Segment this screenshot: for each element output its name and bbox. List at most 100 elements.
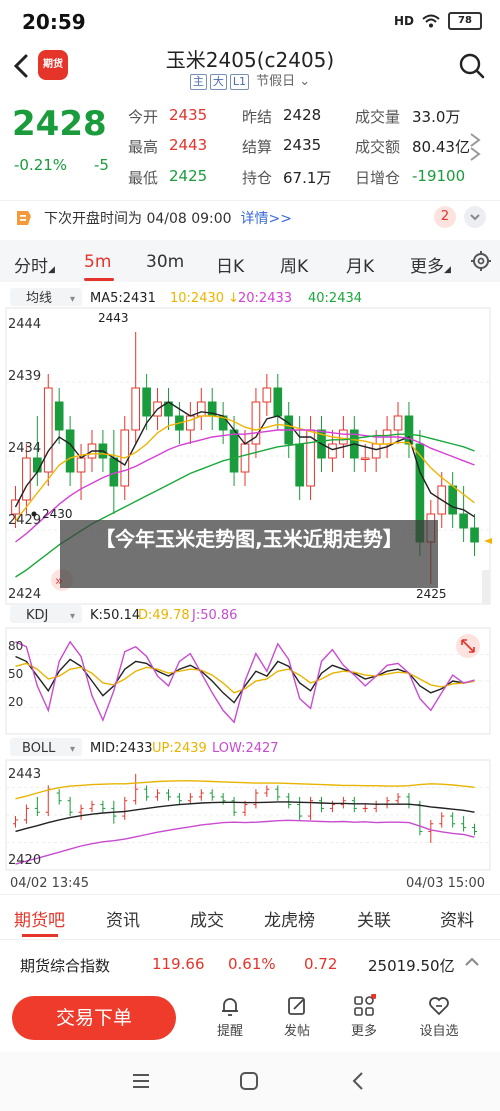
kdj-name: KDJ	[26, 608, 48, 623]
edit-icon	[288, 997, 305, 1015]
candle-body	[328, 443, 337, 459]
legend-ma40: 40:2434	[308, 291, 362, 306]
session-label: 节假日	[256, 74, 296, 89]
low-label: 最低	[128, 169, 159, 187]
post-button[interactable]: 发帖	[272, 994, 322, 1039]
grid-more-icon	[354, 994, 376, 1016]
trade-button[interactable]: 交易下单	[12, 996, 176, 1040]
turnover-label: 成交额	[355, 138, 401, 156]
tab-trades[interactable]: 成交	[190, 906, 224, 931]
chevron-up-icon[interactable]	[462, 952, 482, 972]
scrollbar[interactable]	[482, 570, 490, 604]
nav-back-icon[interactable]	[348, 1070, 370, 1096]
candle-body	[393, 415, 403, 431]
boll-mid: MID:2433	[90, 741, 153, 756]
candle-body	[262, 387, 272, 403]
tab-5m[interactable]: 5m	[84, 252, 111, 272]
notice-count-badge[interactable]: 2	[434, 206, 456, 228]
tab-daily[interactable]: 日K	[216, 252, 244, 277]
settings-gear-icon[interactable]	[470, 250, 492, 276]
candle-body	[459, 513, 468, 529]
chip-l1: L1	[229, 74, 249, 90]
add-watchlist-button[interactable]: 设自选	[414, 994, 464, 1039]
bell-icon	[222, 998, 238, 1016]
tab-forum[interactable]: 期货吧	[14, 906, 65, 931]
kdj-j: J:50.86	[191, 608, 237, 623]
tab-more[interactable]: 更多◢	[410, 252, 451, 277]
candle-body	[43, 387, 53, 473]
candle-body	[371, 443, 381, 459]
open-value: 2435	[169, 106, 208, 124]
tab-active-underline	[84, 278, 114, 281]
kdj-d: D:49.78	[138, 608, 190, 623]
y-tick: 2444	[8, 317, 41, 332]
low-value: 2425	[169, 167, 208, 185]
page-title: 玉米2405(c2405)	[165, 48, 335, 72]
details-link[interactable]: 详情>>	[241, 211, 292, 227]
tab-30m[interactable]: 30m	[146, 252, 184, 272]
legend-ma10: 10:2430 ↓	[170, 291, 239, 306]
y-tick: 2439	[8, 369, 41, 384]
status-icons: HD 78	[394, 12, 482, 30]
expand-icon[interactable]	[468, 132, 484, 162]
recent-apps-icon[interactable]	[130, 1070, 152, 1096]
boll-tick: 2420	[8, 853, 41, 868]
status-time: 20:59	[22, 10, 86, 34]
high-label: 最高	[128, 138, 159, 156]
indicator-caret-icon: ▾	[70, 294, 75, 305]
bottom-annotation: 2425	[416, 587, 447, 601]
candle-body	[54, 401, 64, 431]
candle-body	[295, 443, 304, 487]
candle-body	[76, 457, 86, 473]
position-label: 持仓	[242, 169, 273, 187]
chevron-down-icon[interactable]	[464, 206, 486, 228]
kdj-caret-icon: ▾	[70, 611, 75, 622]
kdj-k: K:50.14	[90, 608, 140, 623]
indicator-name: 均线	[26, 291, 52, 306]
legend-ma20: 20:2433	[238, 291, 292, 306]
candle-body	[33, 457, 42, 473]
page-subtitle[interactable]: 主大 L1 节假日 ⌄	[0, 70, 500, 90]
index-pct: 0.61%	[228, 955, 276, 973]
volume-label: 成交量	[355, 108, 401, 126]
candle-body	[196, 401, 206, 417]
tab-related[interactable]: 关联	[357, 906, 391, 931]
search-icon[interactable]	[458, 52, 486, 80]
notice-text: 下次开盘时间为 04/08 09:00 详情>>	[44, 208, 292, 228]
tab-timeshare[interactable]: 分时◢	[14, 252, 55, 277]
chevron-down-icon: ⌄	[299, 74, 311, 89]
open-label: 今开	[128, 108, 159, 126]
chip-big: 大	[209, 74, 227, 90]
settle-value: 2435	[283, 136, 322, 154]
high-value: 2443	[169, 136, 208, 154]
alert-button[interactable]: 提醒	[205, 994, 255, 1039]
time-axis-end: 04/03 15:00	[406, 876, 485, 891]
tab-news[interactable]: 资讯	[106, 906, 140, 931]
change-value: -5	[94, 156, 109, 174]
last-price: 2428	[12, 104, 107, 144]
tab-profile[interactable]: 资料	[440, 906, 474, 931]
kdj-tick: 80	[8, 639, 23, 653]
overlay-caption: 【今年玉米走势图,玉米近期走势】	[60, 520, 438, 588]
prev-close-label: 昨结	[242, 108, 273, 126]
tab-leaderboard[interactable]: 龙虎榜	[264, 906, 315, 931]
more-button[interactable]: 更多	[339, 994, 389, 1039]
heart-add-icon	[429, 997, 449, 1016]
boll-caret-icon: ▾	[70, 744, 75, 755]
boll-tick: 2443	[8, 767, 41, 782]
chip-main: 主	[189, 74, 207, 90]
position-value: 67.1万	[283, 169, 332, 187]
low-annotation-dot	[31, 511, 37, 517]
kline-chart[interactable]: 均线 ▾ MA5:2431 10:2430 ↓ 20:2433 40:2434 …	[0, 284, 500, 894]
wifi-icon	[422, 14, 440, 28]
home-icon[interactable]	[238, 1070, 260, 1096]
kdj-tick: 50	[8, 667, 23, 681]
high-annotation: 2443	[98, 311, 129, 325]
kdj-tick: 20	[8, 695, 23, 709]
candle-body	[229, 429, 239, 473]
boll-up: UP:2439	[152, 741, 207, 756]
tab-weekly[interactable]: 周K	[280, 252, 308, 277]
battery-icon: 78	[448, 12, 482, 30]
boll-name: BOLL	[22, 741, 56, 756]
tab-monthly[interactable]: 月K	[346, 252, 374, 277]
